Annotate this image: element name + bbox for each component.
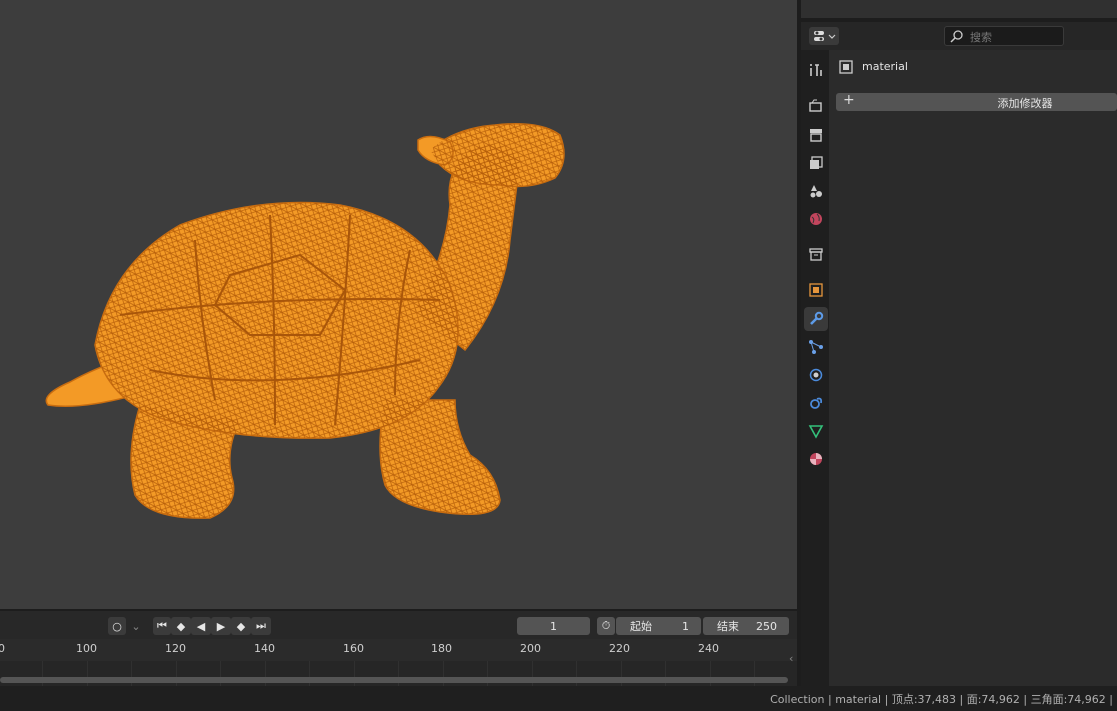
- object-icon: [809, 283, 823, 297]
- scene-icon: [810, 185, 822, 198]
- material-icon: [810, 453, 822, 465]
- jump-start-icon[interactable]: ⏮: [153, 617, 171, 635]
- end-label: 结束: [717, 620, 739, 633]
- stopwatch-icon[interactable]: ⏱: [597, 617, 615, 635]
- search-input[interactable]: 搜索: [944, 26, 1064, 46]
- ruler-label: 180: [431, 642, 452, 655]
- ruler-label: 100: [76, 642, 97, 655]
- start-frame-field[interactable]: 起始 1: [616, 617, 701, 635]
- start-value: 1: [682, 619, 689, 633]
- start-label: 起始: [630, 620, 652, 633]
- properties-tabs: [801, 50, 829, 686]
- outliner-bottom: [801, 0, 1117, 18]
- timeline-header: ○ ⌄ ⏮ ◆ ◀ ▶ ◆ ⏭ 1 ⏱ 起始 1 结束 250: [0, 611, 797, 639]
- current-frame-field[interactable]: 1: [517, 617, 590, 635]
- particles-icon: [809, 340, 823, 354]
- tab-data[interactable]: [804, 419, 828, 443]
- ruler-label: 240: [698, 642, 719, 655]
- ruler-label: 160: [343, 642, 364, 655]
- ruler-label: 0: [0, 642, 5, 655]
- end-frame-field[interactable]: 结束 250: [703, 617, 789, 635]
- search-icon: [950, 30, 963, 43]
- chevron-down-icon[interactable]: ⌄: [128, 617, 144, 635]
- tab-collection[interactable]: [804, 242, 828, 266]
- data-icon: [808, 425, 824, 439]
- next-keyframe-icon[interactable]: ◆: [231, 617, 251, 635]
- properties-panel: material: [829, 50, 1117, 686]
- tab-output[interactable]: [804, 123, 828, 147]
- add-modifier-label: 添加修改器: [997, 97, 1053, 110]
- world-icon: [810, 213, 822, 225]
- end-value: 250: [756, 619, 777, 633]
- timeline-scrollbar[interactable]: [0, 677, 788, 683]
- tab-scene[interactable]: [804, 179, 828, 203]
- chevron-left-icon[interactable]: ‹: [789, 652, 793, 665]
- turtle-wireframe-mesh[interactable]: [0, 0, 797, 609]
- render-icon: [809, 99, 822, 112]
- add-modifier-button[interactable]: + 添加修改器: [836, 92, 1117, 111]
- tab-material[interactable]: [804, 447, 828, 471]
- tab-modifiers[interactable]: [804, 307, 828, 331]
- ruler-label: 120: [165, 642, 186, 655]
- 3d-viewport[interactable]: [0, 0, 797, 609]
- collection-icon: [809, 248, 823, 261]
- object-name: material: [862, 60, 908, 73]
- tool-icon: [810, 64, 822, 76]
- tab-particles[interactable]: [804, 335, 828, 359]
- constraints-icon: [810, 397, 823, 409]
- output-icon: [810, 129, 822, 142]
- timeline-ruler[interactable]: 0 100 120 140 160 180 200 220 240: [0, 639, 797, 661]
- tab-object[interactable]: [804, 278, 828, 302]
- tab-world[interactable]: [804, 207, 828, 231]
- tab-constraints[interactable]: [804, 391, 828, 415]
- current-frame-value: 1: [550, 619, 557, 633]
- ruler-label: 220: [609, 642, 630, 655]
- prev-keyframe-icon[interactable]: ◆: [171, 617, 191, 635]
- scene-statistics: Collection | material | 顶点:37,483 | 面:74…: [770, 693, 1113, 706]
- tab-tool[interactable]: [804, 58, 828, 82]
- view-layer-icon: [810, 156, 823, 169]
- jump-end-icon[interactable]: ⏭: [251, 617, 271, 635]
- editor-type-button[interactable]: [809, 27, 839, 45]
- ruler-label: 200: [520, 642, 541, 655]
- play-reverse-icon[interactable]: ◀: [191, 617, 211, 635]
- modifier-icon: [810, 311, 824, 325]
- object-data-icon: [838, 59, 854, 78]
- physics-icon: [809, 368, 823, 382]
- status-bar: Collection | material | 顶点:37,483 | 面:74…: [0, 686, 1117, 711]
- search-placeholder: 搜索: [970, 31, 992, 44]
- tab-physics[interactable]: [804, 363, 828, 387]
- properties-editor-icon: [814, 31, 836, 41]
- tab-view-layer[interactable]: [804, 151, 828, 175]
- tab-render[interactable]: [804, 94, 828, 118]
- ruler-label: 140: [254, 642, 275, 655]
- play-icon[interactable]: ▶: [211, 617, 231, 635]
- auto-keying-icon[interactable]: ○: [108, 617, 126, 635]
